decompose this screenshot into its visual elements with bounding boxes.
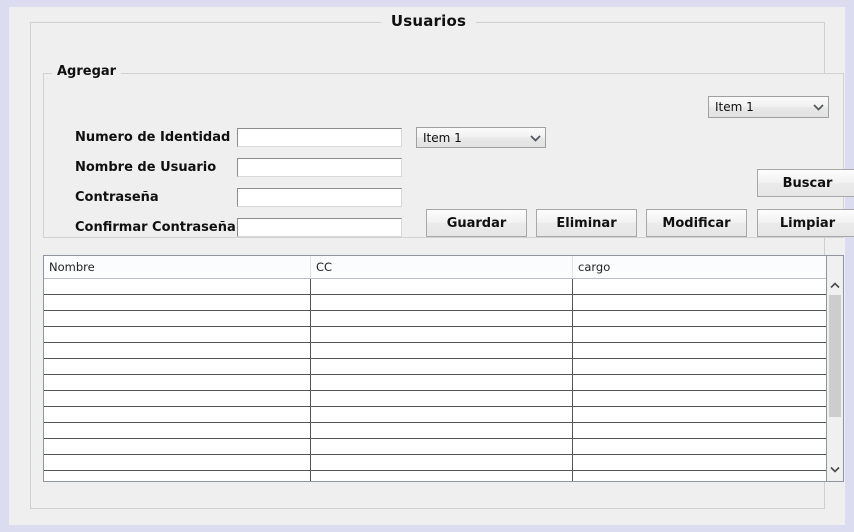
table-body	[44, 279, 827, 481]
eliminar-button[interactable]: Eliminar	[536, 209, 637, 237]
table-cell[interactable]	[311, 311, 573, 326]
table-row[interactable]	[44, 391, 827, 407]
table-row[interactable]	[44, 439, 827, 455]
page-title-text: Usuarios	[380, 12, 477, 30]
label-nombre-usuario: Nombre de Usuario	[75, 160, 217, 175]
table-column-header-cargo[interactable]: cargo	[573, 256, 827, 278]
role-combobox-top-value: Item 1	[715, 100, 754, 114]
table-cell[interactable]	[44, 343, 311, 358]
role-combobox-top[interactable]: Item 1	[708, 96, 829, 118]
table-cell[interactable]	[44, 295, 311, 310]
chevron-down-icon[interactable]	[827, 461, 843, 478]
application-window: Usuarios Agregar Item 1 Numero de Identi…	[0, 0, 854, 532]
table-row[interactable]	[44, 327, 827, 343]
chevron-down-icon	[525, 134, 545, 142]
table-header-row: Nombre CC cargo	[44, 256, 827, 279]
buscar-button[interactable]: Buscar	[757, 169, 854, 197]
table-cell[interactable]	[573, 455, 827, 470]
contrasena-input[interactable]	[237, 188, 402, 207]
table-cell[interactable]	[573, 343, 827, 358]
table-cell[interactable]	[44, 407, 311, 422]
table-cell[interactable]	[311, 455, 573, 470]
chevron-up-icon[interactable]	[827, 277, 843, 294]
usuarios-grid: Nombre CC cargo	[44, 256, 827, 481]
label-contrasena: Contraseña	[75, 190, 159, 205]
table-cell[interactable]	[44, 391, 311, 406]
tipo-combobox-inline-value: Item 1	[423, 130, 462, 145]
table-cell[interactable]	[311, 375, 573, 390]
usuarios-table: Nombre CC cargo	[43, 255, 844, 482]
table-row[interactable]	[44, 471, 827, 481]
window-body: Usuarios Agregar Item 1 Numero de Identi…	[9, 7, 854, 525]
table-cell[interactable]	[573, 359, 827, 374]
numero-identidad-input[interactable]	[237, 128, 402, 147]
table-cell[interactable]	[573, 439, 827, 454]
table-row[interactable]	[44, 295, 827, 311]
table-cell[interactable]	[311, 439, 573, 454]
table-row[interactable]	[44, 359, 827, 375]
table-cell[interactable]	[311, 359, 573, 374]
usuarios-panel: Usuarios Agregar Item 1 Numero de Identi…	[30, 12, 854, 509]
table-row[interactable]	[44, 279, 827, 295]
table-cell[interactable]	[44, 359, 311, 374]
limpiar-button[interactable]: Limpiar	[757, 209, 854, 237]
nombre-usuario-input[interactable]	[237, 158, 402, 177]
agregar-groupbox-legend: Agregar	[52, 64, 122, 79]
table-column-header-nombre[interactable]: Nombre	[44, 256, 311, 278]
table-cell[interactable]	[311, 295, 573, 310]
table-cell[interactable]	[44, 471, 311, 481]
table-column-header-cc[interactable]: CC	[311, 256, 573, 278]
tipo-combobox-inline[interactable]: Item 1	[416, 127, 546, 148]
table-cell[interactable]	[311, 471, 573, 481]
table-cell[interactable]	[311, 391, 573, 406]
table-row[interactable]	[44, 407, 827, 423]
table-cell[interactable]	[573, 391, 827, 406]
chevron-down-icon	[808, 103, 828, 111]
table-cell[interactable]	[573, 423, 827, 438]
table-row[interactable]	[44, 375, 827, 391]
table-cell[interactable]	[44, 327, 311, 342]
table-row[interactable]	[44, 343, 827, 359]
confirmar-contrasena-input[interactable]	[237, 218, 402, 237]
agregar-groupbox: Agregar Item 1 Numero de Identidad Nombr…	[43, 64, 854, 238]
table-cell[interactable]	[311, 343, 573, 358]
label-numero-identidad: Numero de Identidad	[75, 130, 231, 145]
table-row[interactable]	[44, 455, 827, 471]
table-cell[interactable]	[44, 423, 311, 438]
table-row[interactable]	[44, 423, 827, 439]
table-cell[interactable]	[311, 279, 573, 294]
label-confirmar-contrasena: Confirmar Contraseña	[75, 220, 236, 235]
table-cell[interactable]	[44, 455, 311, 470]
table-cell[interactable]	[44, 311, 311, 326]
scrollbar-thumb[interactable]	[829, 295, 841, 417]
table-cell[interactable]	[311, 407, 573, 422]
table-cell[interactable]	[573, 327, 827, 342]
modificar-button[interactable]: Modificar	[646, 209, 747, 237]
guardar-button[interactable]: Guardar	[426, 209, 527, 237]
table-row[interactable]	[44, 311, 827, 327]
table-cell[interactable]	[44, 375, 311, 390]
table-cell[interactable]	[311, 423, 573, 438]
table-cell[interactable]	[573, 471, 827, 481]
table-cell[interactable]	[573, 295, 827, 310]
table-cell[interactable]	[44, 279, 311, 294]
table-cell[interactable]	[573, 407, 827, 422]
table-cell[interactable]	[573, 279, 827, 294]
table-cell[interactable]	[573, 375, 827, 390]
table-cell[interactable]	[311, 327, 573, 342]
table-vertical-scrollbar[interactable]	[826, 256, 843, 481]
table-cell[interactable]	[573, 311, 827, 326]
table-cell[interactable]	[44, 439, 311, 454]
page-title: Usuarios	[31, 12, 826, 30]
